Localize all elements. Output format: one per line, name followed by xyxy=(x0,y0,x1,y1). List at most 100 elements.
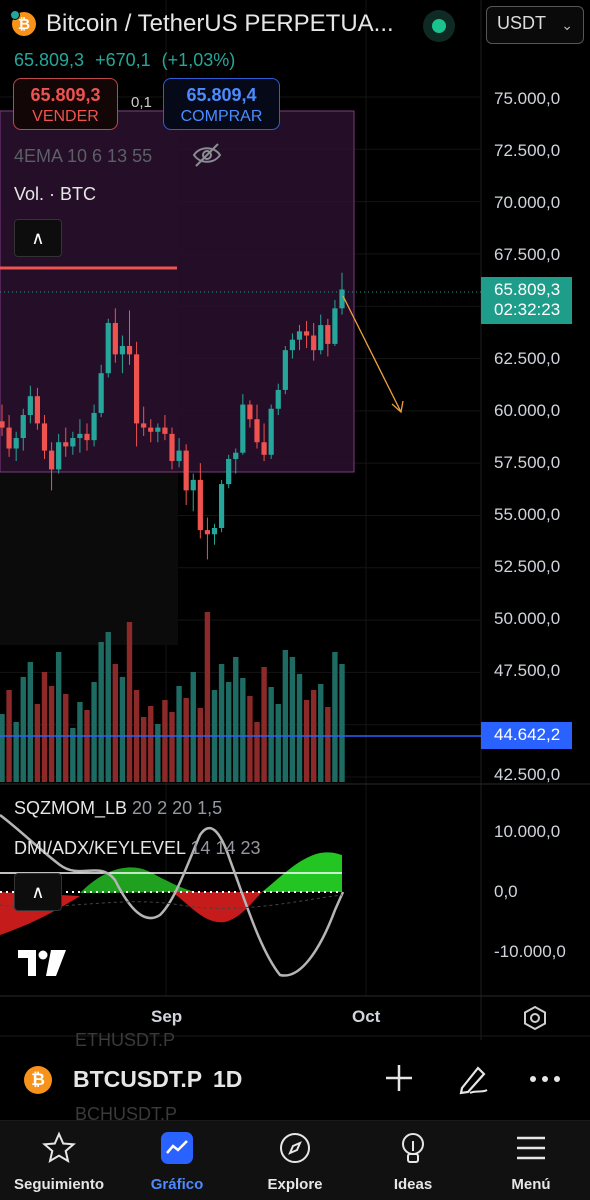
candle-body xyxy=(56,442,62,470)
volume-bar xyxy=(41,672,48,782)
nav-item-explore[interactable]: Explore xyxy=(236,1121,354,1200)
volume-bar xyxy=(282,650,289,782)
osc-axis-tick: -10.000,0 xyxy=(494,942,566,961)
volume-bar xyxy=(218,664,225,782)
volume-bar xyxy=(162,700,168,782)
collapse-osc-legend-button[interactable]: ∧ xyxy=(14,873,62,911)
candle-body xyxy=(105,322,111,374)
nav-label: Ideas xyxy=(393,1176,433,1193)
bitcoin-icon: ₿ xyxy=(24,1066,52,1094)
chevron-up-icon: ∧ xyxy=(31,228,45,248)
volume-bar xyxy=(98,642,104,782)
eye-off-icon[interactable] xyxy=(192,142,222,168)
axis-tick: 67.500,0 xyxy=(494,245,561,264)
candle-body xyxy=(148,427,154,432)
menu-icon xyxy=(517,1136,545,1160)
volume-bar xyxy=(339,664,345,782)
symbol-title[interactable]: Bitcoin / TetherUS PERPETUA... xyxy=(46,10,394,38)
nav-label: Seguimiento xyxy=(13,1176,104,1193)
axis-tick: 57.500,0 xyxy=(494,453,561,472)
sqz-name: SQZMOM_LB xyxy=(14,798,128,818)
candle-body xyxy=(155,427,161,432)
volume-bar xyxy=(55,652,62,782)
nav-label: Explore xyxy=(267,1176,323,1193)
volume-bar xyxy=(119,677,126,782)
volume-bar xyxy=(140,717,147,782)
dmi-params: 14 14 23 xyxy=(190,838,261,858)
candle-body xyxy=(318,325,324,351)
axis-tick: 47.500,0 xyxy=(494,661,561,680)
price-summary: 65.809,3 +670,1 (+1,03%) xyxy=(14,50,241,71)
candle-body xyxy=(126,345,133,355)
ghost-symbol-above: ETHUSDT.P xyxy=(75,1030,176,1050)
volume-bar xyxy=(240,678,246,782)
volume-bar xyxy=(247,696,253,782)
volume-bar xyxy=(63,694,69,782)
volume-bar xyxy=(204,612,211,782)
volume-bar xyxy=(91,682,97,782)
candle-body xyxy=(91,412,97,441)
buy-price: 65.809,4 xyxy=(186,85,257,105)
buy-button[interactable]: 65.809,4 COMPRAR xyxy=(163,78,280,130)
bitcoin-logo-icon: ₿ xyxy=(10,10,36,36)
candle-body xyxy=(204,530,211,535)
axis-tick: 50.000,0 xyxy=(494,609,561,628)
volume-bar xyxy=(126,622,133,782)
volume-bar xyxy=(0,714,5,782)
axis-tick: 42.500,0 xyxy=(494,765,561,784)
price-change-pct: (+1,03%) xyxy=(161,50,236,70)
indicator-volume-legend[interactable]: Vol. · BTC xyxy=(14,184,96,205)
indicator-ema-legend[interactable]: 4EMA 10 6 13 55 xyxy=(14,146,152,167)
volume-bar xyxy=(325,707,331,782)
volume-bar xyxy=(197,708,204,782)
candle-body xyxy=(261,442,267,455)
volume-bar xyxy=(112,664,119,782)
settings-icon[interactable] xyxy=(522,1005,548,1031)
axis-tick: 72.500,0 xyxy=(494,141,561,160)
nav-label: Menú xyxy=(511,1176,551,1193)
dmi-name: DMI/ADX/KEYLEVEL xyxy=(14,838,186,858)
candle-body xyxy=(141,423,147,428)
candle-body xyxy=(27,396,33,416)
bottom-nav: Seguimiento Gráfico Explore Ideas Menú xyxy=(0,1120,590,1200)
currency-select[interactable]: USDT ⌄ xyxy=(486,6,584,44)
candle-body xyxy=(332,308,338,344)
nav-item-seguimiento[interactable]: Seguimiento xyxy=(0,1121,118,1200)
nav-item-grafico[interactable]: Gráfico xyxy=(118,1121,236,1200)
more-icon[interactable] xyxy=(528,1064,562,1094)
hline-price-tag[interactable]: 44.642,2 xyxy=(481,722,572,749)
indicator-sqzmom-legend[interactable]: SQZMOM_LB 20 2 20 1,5 xyxy=(14,798,222,819)
volume-bar xyxy=(77,702,83,782)
candle-body xyxy=(119,345,126,355)
candle-body xyxy=(98,373,104,413)
symbol-name[interactable]: BTCUSDT.P xyxy=(73,1066,202,1093)
sell-button[interactable]: 65.809,3 VENDER xyxy=(13,78,118,130)
symbol-bar: ETHUSDT.P ₿ BTCUSDT.P 1D BCHUSDT.P xyxy=(0,1030,590,1124)
time-axis-tick: Sep xyxy=(151,1007,183,1026)
candle-body xyxy=(20,415,26,439)
chart-icon xyxy=(161,1132,193,1164)
indicator-dmi-legend[interactable]: DMI/ADX/KEYLEVEL 14 14 23 xyxy=(14,838,261,859)
volume-bar xyxy=(155,724,161,782)
star-icon xyxy=(42,1131,76,1164)
candle-body xyxy=(233,452,239,459)
plus-icon[interactable] xyxy=(383,1062,415,1094)
timeframe[interactable]: 1D xyxy=(213,1066,242,1093)
nav-item-menu[interactable]: Menú xyxy=(472,1121,590,1200)
volume-bar xyxy=(296,674,303,782)
volume-bar xyxy=(289,657,296,782)
pen-icon[interactable] xyxy=(456,1062,490,1096)
nav-label: Gráfico xyxy=(150,1176,204,1193)
candle-body xyxy=(268,408,274,455)
volume-bar xyxy=(275,704,281,782)
candle-body xyxy=(197,479,203,531)
candle-body xyxy=(13,438,19,449)
compass-icon xyxy=(280,1133,310,1163)
nav-item-ideas[interactable]: Ideas xyxy=(354,1121,472,1200)
candle-body xyxy=(211,528,218,535)
sell-label: VENDER xyxy=(32,108,99,125)
market-status-icon[interactable] xyxy=(423,10,455,42)
collapse-legend-button[interactable]: ∧ xyxy=(14,219,62,257)
current-price-tag: 65.809,3 02:32:23 xyxy=(481,277,572,324)
sqz-green-area-3 xyxy=(262,852,342,892)
